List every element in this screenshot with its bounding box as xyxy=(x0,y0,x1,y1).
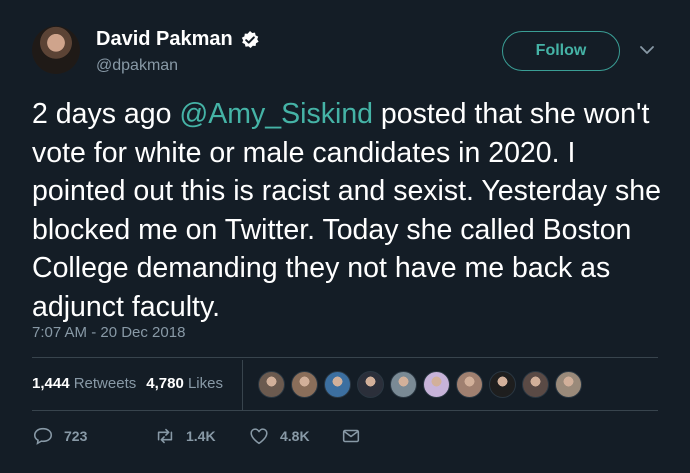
tweet-text: 2 days ago @Amy_Siskind posted that she … xyxy=(32,95,662,326)
divider xyxy=(32,410,658,411)
author-handle[interactable]: @dpakman xyxy=(96,57,178,75)
retweets-count: 1,444 xyxy=(32,375,70,392)
retweets-stat[interactable]: 1,444 Retweets xyxy=(32,375,136,392)
tweet-text-start: 2 days ago xyxy=(32,98,180,130)
author-avatar[interactable] xyxy=(32,26,80,74)
liker-avatar[interactable] xyxy=(258,371,285,398)
engagement-stats: 1,444 Retweets 4,780 Likes xyxy=(32,375,223,392)
retweet-button[interactable]: 1.4K xyxy=(154,425,248,447)
follow-button[interactable]: Follow xyxy=(502,31,620,71)
reply-button[interactable]: 723 xyxy=(32,425,154,447)
liker-avatar[interactable] xyxy=(522,371,549,398)
liker-avatar[interactable] xyxy=(489,371,516,398)
stats-separator xyxy=(242,360,243,410)
liker-avatar[interactable] xyxy=(291,371,318,398)
liker-avatar[interactable] xyxy=(423,371,450,398)
mention-link[interactable]: @Amy_Siskind xyxy=(179,98,373,130)
liker-avatar[interactable] xyxy=(555,371,582,398)
verified-badge-icon xyxy=(240,30,260,50)
likes-label: Likes xyxy=(187,375,223,392)
liker-avatar[interactable] xyxy=(357,371,384,398)
tweet-text-rest: posted that she won't vote for white or … xyxy=(32,98,661,323)
tweet-actions: 723 1.4K 4.8K xyxy=(32,425,372,447)
likes-stat[interactable]: 4,780 Likes xyxy=(146,375,223,392)
likers-avatars xyxy=(258,371,582,398)
reply-icon xyxy=(33,427,53,445)
envelope-icon xyxy=(342,429,360,443)
retweet-icon xyxy=(157,428,173,444)
heart-icon xyxy=(250,428,268,445)
author-name[interactable]: David Pakman xyxy=(96,28,233,51)
retweets-label: Retweets xyxy=(73,375,137,392)
likes-count: 4,780 xyxy=(146,375,184,392)
like-count: 4.8K xyxy=(280,428,310,444)
retweet-count: 1.4K xyxy=(186,428,216,444)
liker-avatar[interactable] xyxy=(324,371,351,398)
chevron-down-icon[interactable] xyxy=(639,43,655,55)
tweet-timestamp[interactable]: 7:07 AM - 20 Dec 2018 xyxy=(32,324,185,341)
divider xyxy=(32,357,658,358)
liker-avatar[interactable] xyxy=(390,371,417,398)
like-button[interactable]: 4.8K xyxy=(248,425,340,447)
liker-avatar[interactable] xyxy=(456,371,483,398)
reply-count: 723 xyxy=(64,428,88,444)
direct-message-button[interactable] xyxy=(340,425,372,447)
